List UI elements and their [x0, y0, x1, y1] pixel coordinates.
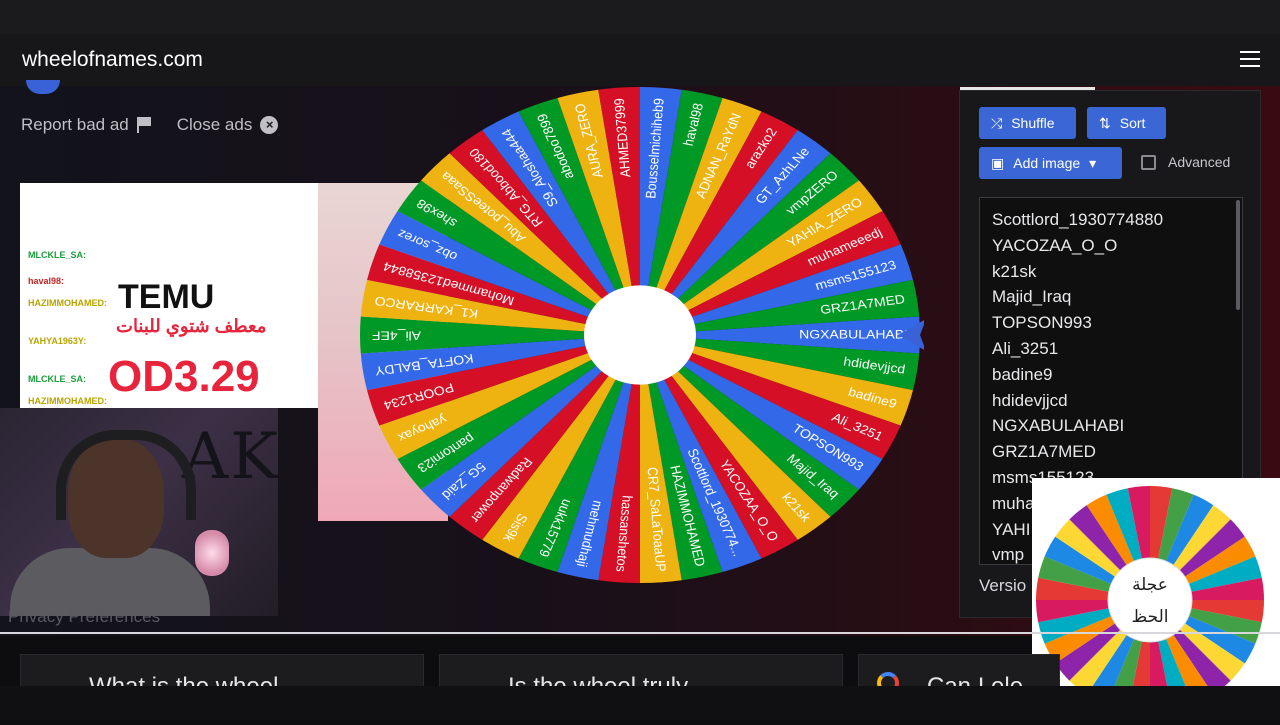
ad-brand: TEMU: [118, 278, 215, 316]
sort-button[interactable]: ⇅ Sort: [1087, 107, 1166, 139]
version-label: Versio: [979, 576, 1027, 595]
mini-wheel-title: عجلة: [1132, 575, 1168, 595]
name-entry: k21sk: [992, 261, 1037, 281]
name-entry: GRZ1A7MED: [992, 442, 1096, 462]
wheel-segment-label: Ali_4EF: [372, 329, 421, 343]
name-entry: YACOZAA_O_O: [992, 235, 1118, 255]
shuffle-icon: ⤮: [991, 114, 1003, 131]
mini-wheel-svg: عجلة الحظ: [1036, 486, 1264, 714]
names-scrollbar[interactable]: [1236, 200, 1240, 310]
wheel-segment-label: NGXABULAHABI: [799, 327, 908, 341]
site-header: wheelofnames.com: [0, 34, 1280, 88]
close-ads-link[interactable]: Close ads ×: [177, 115, 279, 135]
ad-tagline: معطف شتوي للبنات: [116, 316, 267, 336]
streamer-shirt: [10, 548, 210, 616]
headset-icon: [56, 430, 196, 520]
section-divider: [0, 632, 1280, 634]
shuffle-label: Shuffle: [1011, 115, 1055, 131]
lamp: [195, 530, 229, 576]
chat-message: MLCKLE_SA:: [28, 374, 86, 384]
add-image-label: Add image: [1013, 155, 1081, 171]
wall-graffiti: AKZ: [182, 420, 278, 494]
chat-message: HAZIMMOHAMED:: [28, 396, 107, 406]
name-entry: NGXABULAHABI: [992, 416, 1125, 436]
chat-message: haval98:: [28, 276, 65, 286]
flag-icon: [136, 117, 151, 133]
mini-wheel-hub: [1107, 557, 1193, 643]
sort-label: Sort: [1119, 115, 1146, 131]
close-ads-label: Close ads: [176, 115, 253, 134]
browser-top-strip: [0, 0, 1280, 34]
name-entry: hdidevjjcd: [992, 390, 1068, 410]
image-icon: ▣: [991, 154, 1005, 171]
wheel-hub[interactable]: [584, 285, 696, 385]
privacy-preferences-link[interactable]: Privacy Preferences: [8, 607, 160, 627]
wheel-svg[interactable]: NGXABULAHABIhdidevjjcdbadine9Ali_3251TOP…: [356, 86, 926, 586]
chat-message: MLCKLE_SA:: [28, 250, 86, 260]
name-entry: Majid_Iraq: [992, 287, 1072, 307]
shuffle-button[interactable]: ⤮ Shuffle: [979, 107, 1076, 139]
chat-message: HAZIMMOHAMED:: [28, 298, 107, 308]
ad-price: OD3.29: [108, 352, 260, 401]
name-entry: Ali_3251: [992, 338, 1059, 358]
name-entry: badine9: [992, 364, 1053, 384]
name-entry: Scottlord_1930774880: [992, 210, 1164, 229]
close-icon: ×: [260, 116, 279, 134]
site-title[interactable]: wheelofnames.com: [22, 48, 203, 72]
ad-controls: Report bad ad Close ads ×: [21, 115, 279, 135]
report-bad-ad-label: Report bad ad: [21, 115, 129, 134]
wheel-of-names[interactable]: NGXABULAHABI hdidevjjcd badine9 Ali_3251 TOP…: [356, 86, 926, 586]
stream-overlay-wheel: عجلة الحظ: [1032, 478, 1280, 720]
hamburger-menu-icon[interactable]: [1240, 51, 1260, 67]
webcam-feed: AKZ: [0, 408, 278, 616]
report-bad-ad-link[interactable]: Report bad ad: [21, 115, 151, 135]
advanced-checkbox[interactable]: [1141, 155, 1156, 170]
name-entry: TOPSON993: [992, 313, 1092, 333]
chevron-down-icon: ▾: [1089, 154, 1097, 171]
add-image-button[interactable]: ▣ Add image ▾: [979, 147, 1122, 179]
advanced-label: Advanced: [1168, 154, 1231, 170]
sort-icon: ⇅: [1099, 114, 1111, 131]
mini-wheel-title: الحظ: [1131, 607, 1168, 627]
bottom-bar: [0, 686, 1280, 720]
chat-message: YAHYA1963Y:: [28, 336, 87, 346]
